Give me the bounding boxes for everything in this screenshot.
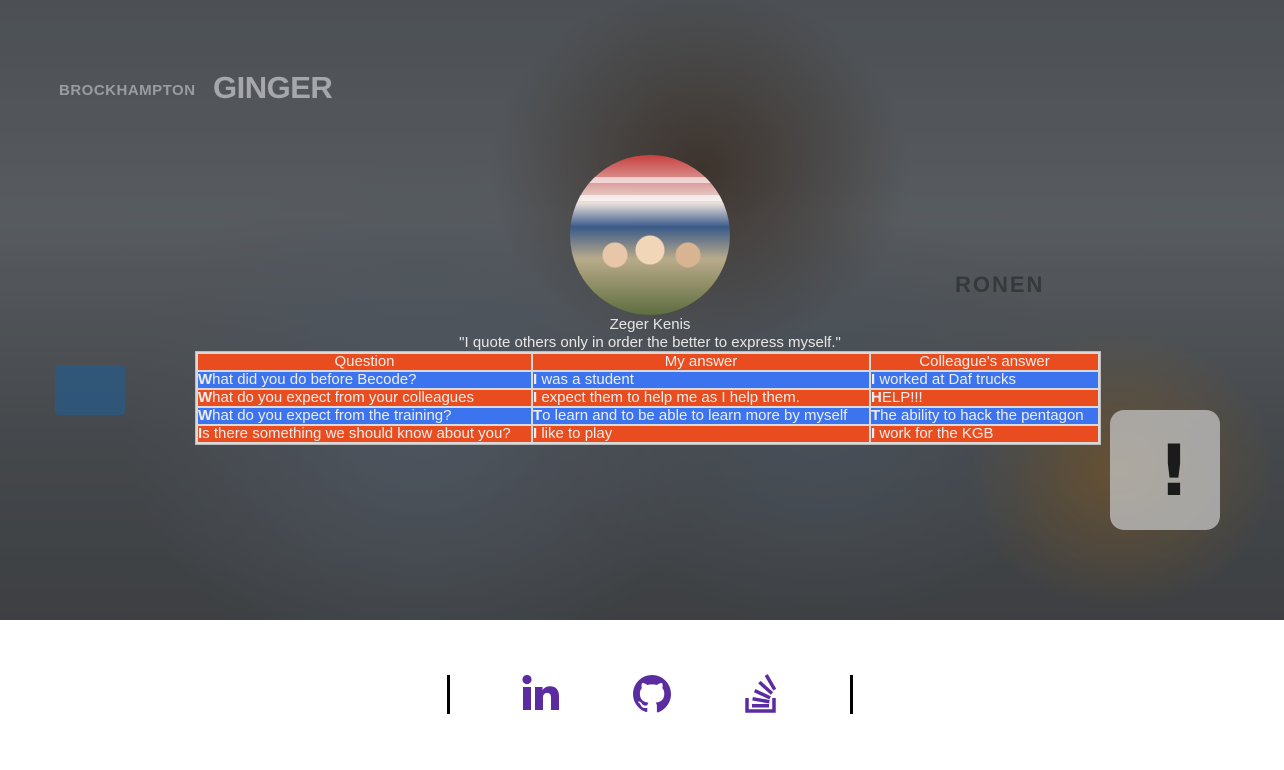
table-cell-my-answer: I like to play [533,426,869,442]
table-row: What do you expect from your colleagues … [198,390,1098,406]
footer-divider-left [447,675,450,714]
table-cell-colleague-answer: I work for the KGB [871,426,1098,442]
table-cell-colleague-answer: The ability to hack the pentagon [871,408,1098,424]
avatar-flag-stripe [570,195,730,201]
table-row: What do you expect from the training? To… [198,408,1098,424]
column-header-my-answer: My answer [533,354,869,370]
column-header-colleague-answer: Colleague's answer [871,354,1098,370]
table-cell-question: What do you expect from your colleagues [198,390,531,406]
table-row: Is there something we should know about … [198,426,1098,442]
table-cell-question: What did you do before Becode? [198,372,531,388]
table-cell-my-answer: I was a student [533,372,869,388]
table-cell-my-answer: I expect them to help me as I help them. [533,390,869,406]
table-cell-question: What do you expect from the training? [198,408,531,424]
column-header-question: Question [198,354,531,370]
hero-section: RONEN ! BROCKHAMPTON GINGER Zeger Kenis … [0,0,1284,620]
footer-divider-right [850,675,853,714]
table-cell-my-answer: To learn and to be able to learn more by… [533,408,869,424]
github-icon[interactable] [632,674,672,719]
linkedin-icon[interactable] [522,674,560,717]
table-cell-question: Is there something we should know about … [198,426,531,442]
qa-table: Question My answer Colleague's answer Wh… [195,351,1101,445]
table-header-row: Question My answer Colleague's answer [198,354,1098,370]
profile-avatar [570,155,730,315]
table-cell-colleague-answer: HELP!!! [871,390,1098,406]
brand-logo-large: GINGER [213,70,333,105]
table-row: What did you do before Becode? I was a s… [198,372,1098,388]
profile-name: Zeger Kenis [609,316,691,333]
stackoverflow-icon[interactable] [744,674,778,719]
avatar-flag-stripe [570,177,730,183]
profile-quote: "I quote others only in order the better… [459,334,841,351]
brand-logo-small: BROCKHAMPTON [59,82,196,99]
table-cell-colleague-answer: I worked at Daf trucks [871,372,1098,388]
